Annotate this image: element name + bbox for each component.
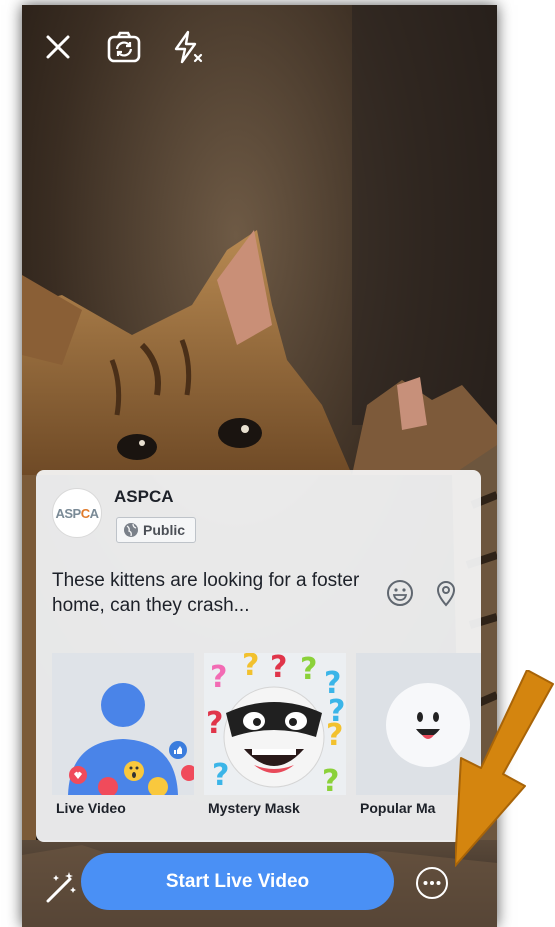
- page-avatar[interactable]: ASPCA: [52, 488, 102, 538]
- effect-live-video[interactable]: Live Video: [52, 653, 194, 821]
- page-name: ASPCA: [114, 487, 174, 506]
- logo-text-left: ASP: [55, 505, 81, 521]
- globe-icon: [124, 523, 138, 537]
- svg-text:?: ?: [210, 660, 227, 695]
- privacy-label: Public: [143, 522, 186, 538]
- svg-text:?: ?: [328, 694, 345, 729]
- svg-text:?: ?: [242, 653, 259, 683]
- location-pin-icon[interactable]: [431, 578, 461, 608]
- effects-carousel[interactable]: Live Video ? ? ? ? ? ? ? ? ? ? Mystery M…: [52, 653, 481, 821]
- emoji-icon[interactable]: [385, 578, 415, 608]
- post-composer-card: ASPCA ASPCA Public These kittens are loo…: [36, 470, 481, 842]
- logo-text-right: A: [89, 505, 99, 521]
- effect-label: Popular Ma: [360, 800, 436, 816]
- effect-label: Live Video: [56, 800, 126, 816]
- svg-text:?: ?: [300, 653, 317, 687]
- flash-off-icon[interactable]: [166, 27, 206, 67]
- aspca-logo: ASPCA: [55, 505, 99, 521]
- mystery-mask-thumbnail-image: ? ? ? ? ? ? ? ? ? ?: [204, 653, 346, 795]
- start-live-video-button[interactable]: Start Live Video: [81, 853, 394, 910]
- logo-text-mid: C: [80, 505, 90, 521]
- annotation-arrow-icon: [455, 670, 554, 867]
- close-icon[interactable]: [38, 27, 78, 67]
- privacy-selector-button[interactable]: Public: [116, 517, 197, 543]
- svg-text:?: ?: [206, 706, 223, 741]
- svg-text:?: ?: [270, 653, 287, 685]
- flip-camera-icon[interactable]: [104, 27, 144, 67]
- svg-text:?: ?: [322, 764, 339, 795]
- effect-thumbnail: [52, 653, 194, 795]
- camera-top-bar: [22, 5, 497, 85]
- effect-thumbnail: ? ? ? ? ? ? ? ? ? ?: [204, 653, 346, 795]
- svg-text:?: ?: [212, 758, 229, 793]
- more-options-icon[interactable]: [415, 866, 449, 900]
- magic-wand-icon[interactable]: [42, 869, 78, 905]
- effect-mystery-mask[interactable]: ? ? ? ? ? ? ? ? ? ? Mystery Mask: [204, 653, 346, 821]
- effect-label: Mystery Mask: [208, 800, 300, 816]
- live-camera-screen: ASPCA ASPCA Public These kittens are loo…: [22, 5, 497, 927]
- live-video-thumbnail-image: [52, 653, 194, 795]
- caption-text-input[interactable]: These kittens are looking for a foster h…: [52, 568, 362, 618]
